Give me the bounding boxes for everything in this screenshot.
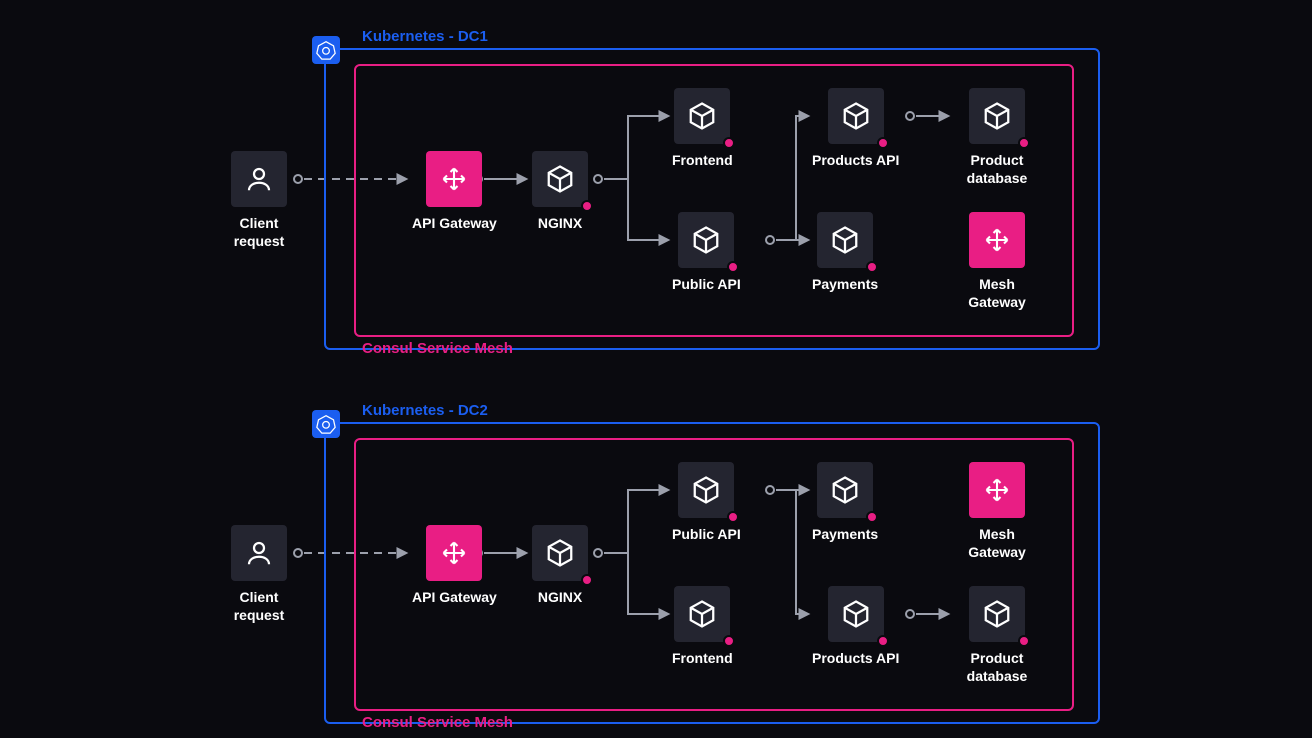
node-label: API Gateway <box>412 589 497 607</box>
node-api-gateway-dc2: API Gateway <box>412 525 497 607</box>
status-dot <box>727 511 739 523</box>
mesh-title: Consul Service Mesh <box>362 340 513 357</box>
node-label: Frontend <box>672 650 733 668</box>
node-mesh-gateway-dc2: Mesh Gateway <box>952 462 1042 561</box>
client-request-1: Client request <box>214 151 304 250</box>
node-label: Payments <box>812 276 878 294</box>
client-label: Client request <box>214 589 304 624</box>
client-request-2: Client request <box>214 525 304 624</box>
node-label: Product database <box>952 650 1042 685</box>
node-products-api-dc1: Products API <box>812 88 899 170</box>
node-frontend-dc2: Frontend <box>672 586 733 668</box>
node-label: Payments <box>812 526 878 544</box>
node-nginx-dc2: NGINX <box>532 525 588 607</box>
node-payments-dc1: Payments <box>812 212 878 294</box>
node-api-gateway-dc1: API Gateway <box>412 151 497 233</box>
status-dot <box>727 261 739 273</box>
node-product-db-dc1: Product database <box>952 88 1042 187</box>
client-label: Client request <box>214 215 304 250</box>
status-dot <box>1018 635 1030 647</box>
node-label: Products API <box>812 152 899 170</box>
node-nginx-dc1: NGINX <box>532 151 588 233</box>
node-label: NGINX <box>538 215 582 233</box>
node-label: NGINX <box>538 589 582 607</box>
node-product-db-dc2: Product database <box>952 586 1042 685</box>
status-dot <box>877 635 889 647</box>
status-dot <box>877 137 889 149</box>
kubernetes-icon <box>312 36 340 64</box>
node-label: Mesh Gateway <box>952 276 1042 311</box>
node-frontend-dc1: Frontend <box>672 88 733 170</box>
node-label: Public API <box>672 276 741 294</box>
mesh-title: Consul Service Mesh <box>362 714 513 731</box>
cluster-title: Kubernetes - DC1 <box>362 28 488 45</box>
node-payments-dc2: Payments <box>812 462 878 544</box>
status-dot <box>866 261 878 273</box>
status-dot <box>866 511 878 523</box>
node-label: Product database <box>952 152 1042 187</box>
node-products-api-dc2: Products API <box>812 586 899 668</box>
status-dot <box>1018 137 1030 149</box>
status-dot <box>581 200 593 212</box>
status-dot <box>581 574 593 586</box>
node-label: API Gateway <box>412 215 497 233</box>
node-label: Public API <box>672 526 741 544</box>
node-label: Products API <box>812 650 899 668</box>
node-label: Frontend <box>672 152 733 170</box>
node-public-api-dc1: Public API <box>672 212 741 294</box>
kubernetes-icon <box>312 410 340 438</box>
cluster-title: Kubernetes - DC2 <box>362 402 488 419</box>
node-mesh-gateway-dc1: Mesh Gateway <box>952 212 1042 311</box>
node-label: Mesh Gateway <box>952 526 1042 561</box>
node-public-api-dc2: Public API <box>672 462 741 544</box>
